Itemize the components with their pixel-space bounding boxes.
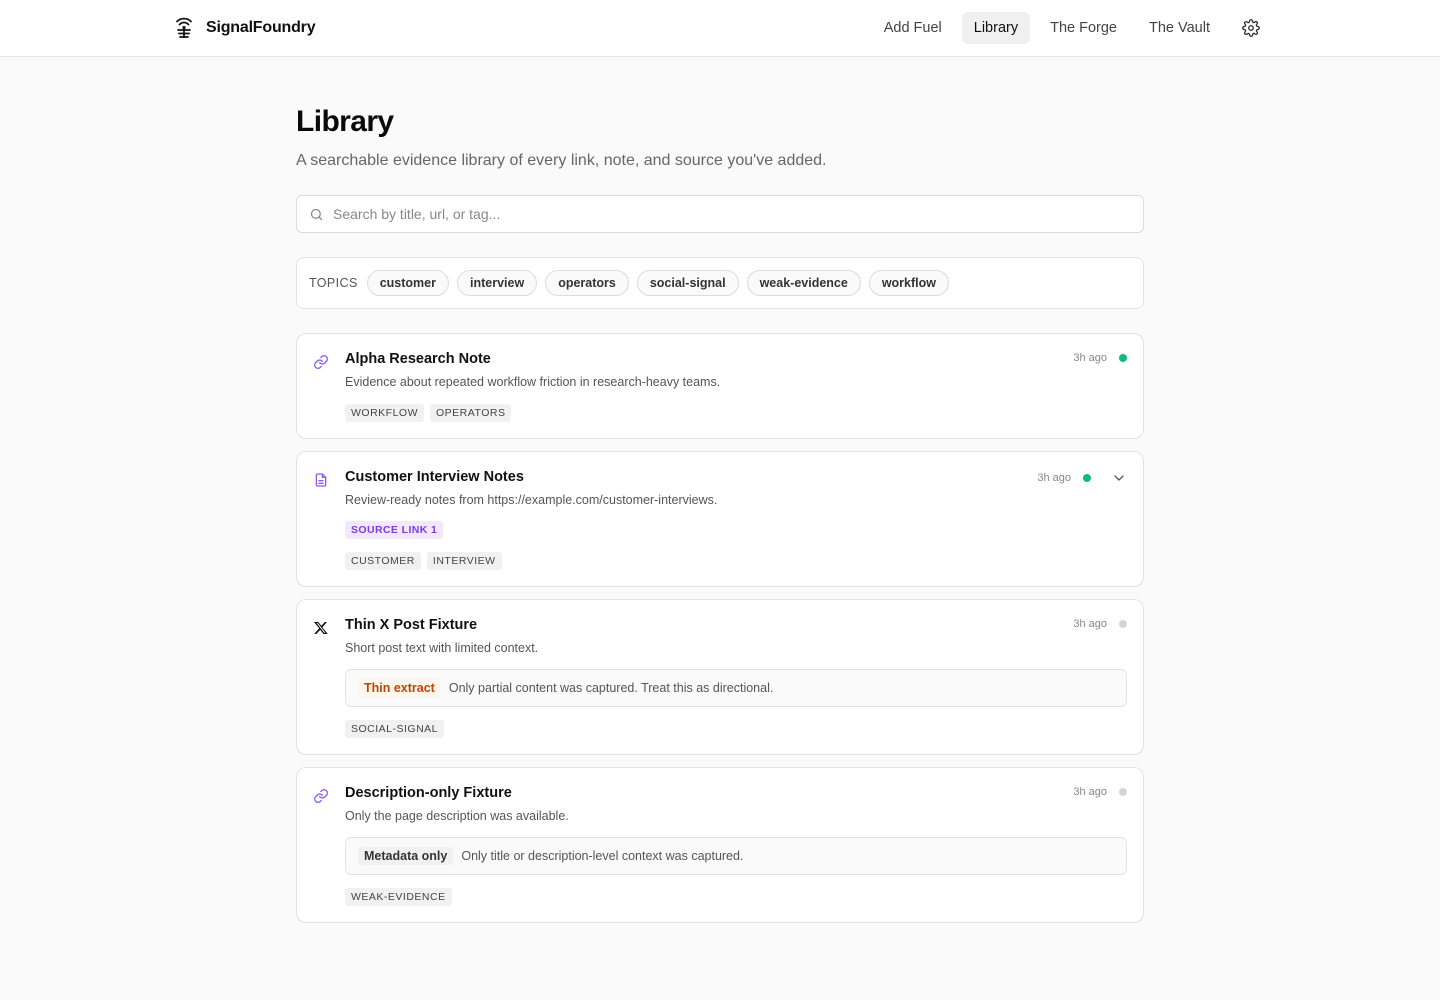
chevron-down-icon[interactable] bbox=[1111, 470, 1127, 486]
link-icon bbox=[314, 789, 328, 803]
tag: WORKFLOW bbox=[345, 404, 424, 422]
card-title: Thin X Post Fixture bbox=[345, 617, 478, 633]
main-nav: Add Fuel Library The Forge The Vault bbox=[872, 12, 1268, 44]
topic-chip-weak-evidence[interactable]: weak-evidence bbox=[746, 270, 861, 296]
signal-tower-icon bbox=[176, 17, 192, 38]
search-icon bbox=[310, 208, 323, 220]
document-icon bbox=[315, 473, 327, 487]
evidence-card[interactable]: 3h ago Thin X Post Fixture Short post te… bbox=[296, 599, 1144, 755]
notice-label: Thin extract bbox=[358, 679, 441, 697]
card-description: Short post text with limited context. bbox=[345, 641, 539, 655]
card-title: Description-only Fixture bbox=[345, 785, 512, 801]
card-meta: 3h ago bbox=[1073, 786, 1127, 798]
extract-notice: Metadata only Only title or description-… bbox=[345, 837, 1127, 875]
notice-text: Only partial content was captured. Treat… bbox=[448, 681, 774, 695]
status-dot bbox=[1119, 788, 1127, 796]
tag: CUSTOMER bbox=[345, 552, 421, 570]
gear-icon bbox=[1242, 19, 1260, 37]
tag: INTERVIEW bbox=[426, 552, 502, 570]
card-meta: 3h ago bbox=[1037, 470, 1127, 486]
card-timestamp: 3h ago bbox=[1073, 786, 1107, 798]
evidence-card[interactable]: 3h ago Alpha Research Note Evidence abou… bbox=[296, 333, 1144, 439]
nav-the-vault[interactable]: The Vault bbox=[1137, 12, 1222, 44]
library-main: Library A searchable evidence library of… bbox=[296, 104, 1144, 923]
topic-chip-interview[interactable]: interview bbox=[457, 270, 538, 296]
tag: OPERATORS bbox=[430, 404, 512, 422]
settings-button[interactable] bbox=[1234, 12, 1268, 44]
tag: WEAK-EVIDENCE bbox=[345, 888, 452, 906]
card-tags: SOCIAL-SIGNAL bbox=[345, 720, 1127, 738]
status-dot bbox=[1119, 354, 1127, 362]
card-meta: 3h ago bbox=[1073, 618, 1127, 630]
evidence-list: 3h ago Alpha Research Note Evidence abou… bbox=[296, 333, 1144, 923]
extract-notice: Thin extract Only partial content was ca… bbox=[345, 669, 1127, 707]
topics-label: TOPICS bbox=[309, 276, 358, 290]
topic-chip-workflow[interactable]: workflow bbox=[868, 270, 949, 296]
notice-label: Metadata only bbox=[358, 847, 454, 865]
card-description: Evidence about repeated workflow frictio… bbox=[345, 375, 721, 389]
tag: SOCIAL-SIGNAL bbox=[345, 720, 445, 738]
card-meta: 3h ago bbox=[1073, 352, 1127, 364]
card-timestamp: 3h ago bbox=[1037, 472, 1071, 484]
nav-library[interactable]: Library bbox=[961, 12, 1031, 44]
page-title: Library bbox=[296, 105, 394, 138]
card-title: Customer Interview Notes bbox=[345, 469, 524, 485]
card-title: Alpha Research Note bbox=[345, 351, 491, 367]
card-tags: WORKFLOW OPERATORS bbox=[345, 404, 1127, 422]
card-timestamp: 3h ago bbox=[1073, 618, 1107, 630]
topic-chip-operators[interactable]: operators bbox=[545, 270, 629, 296]
link-icon bbox=[314, 355, 328, 369]
evidence-card[interactable]: 3h ago Customer Interview Notes Review-r… bbox=[296, 451, 1144, 587]
topics-filter: TOPICS customer interview operators soci… bbox=[296, 257, 1144, 309]
card-description: Only the page description was available. bbox=[345, 809, 569, 823]
card-description: Review-ready notes from https://example.… bbox=[345, 493, 718, 507]
page-subtitle: A searchable evidence library of every l… bbox=[296, 152, 827, 169]
card-tags: CUSTOMER INTERVIEW bbox=[345, 552, 1127, 570]
source-link-badge[interactable]: SOURCE LINK 1 bbox=[345, 521, 444, 539]
search-input[interactable] bbox=[333, 206, 1131, 222]
topic-chip-customer[interactable]: customer bbox=[366, 270, 449, 296]
nav-add-fuel[interactable]: Add Fuel bbox=[872, 12, 954, 44]
notice-text: Only title or description-level context … bbox=[461, 849, 744, 863]
evidence-card[interactable]: 3h ago Description-only Fixture Only the… bbox=[296, 767, 1144, 923]
top-bar: SignalFoundry Add Fuel Library The Forge… bbox=[0, 0, 1440, 57]
brand[interactable]: SignalFoundry bbox=[174, 17, 316, 39]
card-timestamp: 3h ago bbox=[1073, 352, 1107, 364]
nav-the-forge[interactable]: The Forge bbox=[1038, 12, 1129, 44]
status-dot bbox=[1119, 620, 1127, 628]
search-box[interactable] bbox=[296, 195, 1144, 233]
card-tags: WEAK-EVIDENCE bbox=[345, 888, 1127, 906]
topic-chip-social-signal[interactable]: social-signal bbox=[636, 270, 739, 296]
status-dot bbox=[1083, 474, 1091, 482]
app-name: SignalFoundry bbox=[206, 19, 316, 36]
x-logo-icon bbox=[313, 622, 328, 634]
